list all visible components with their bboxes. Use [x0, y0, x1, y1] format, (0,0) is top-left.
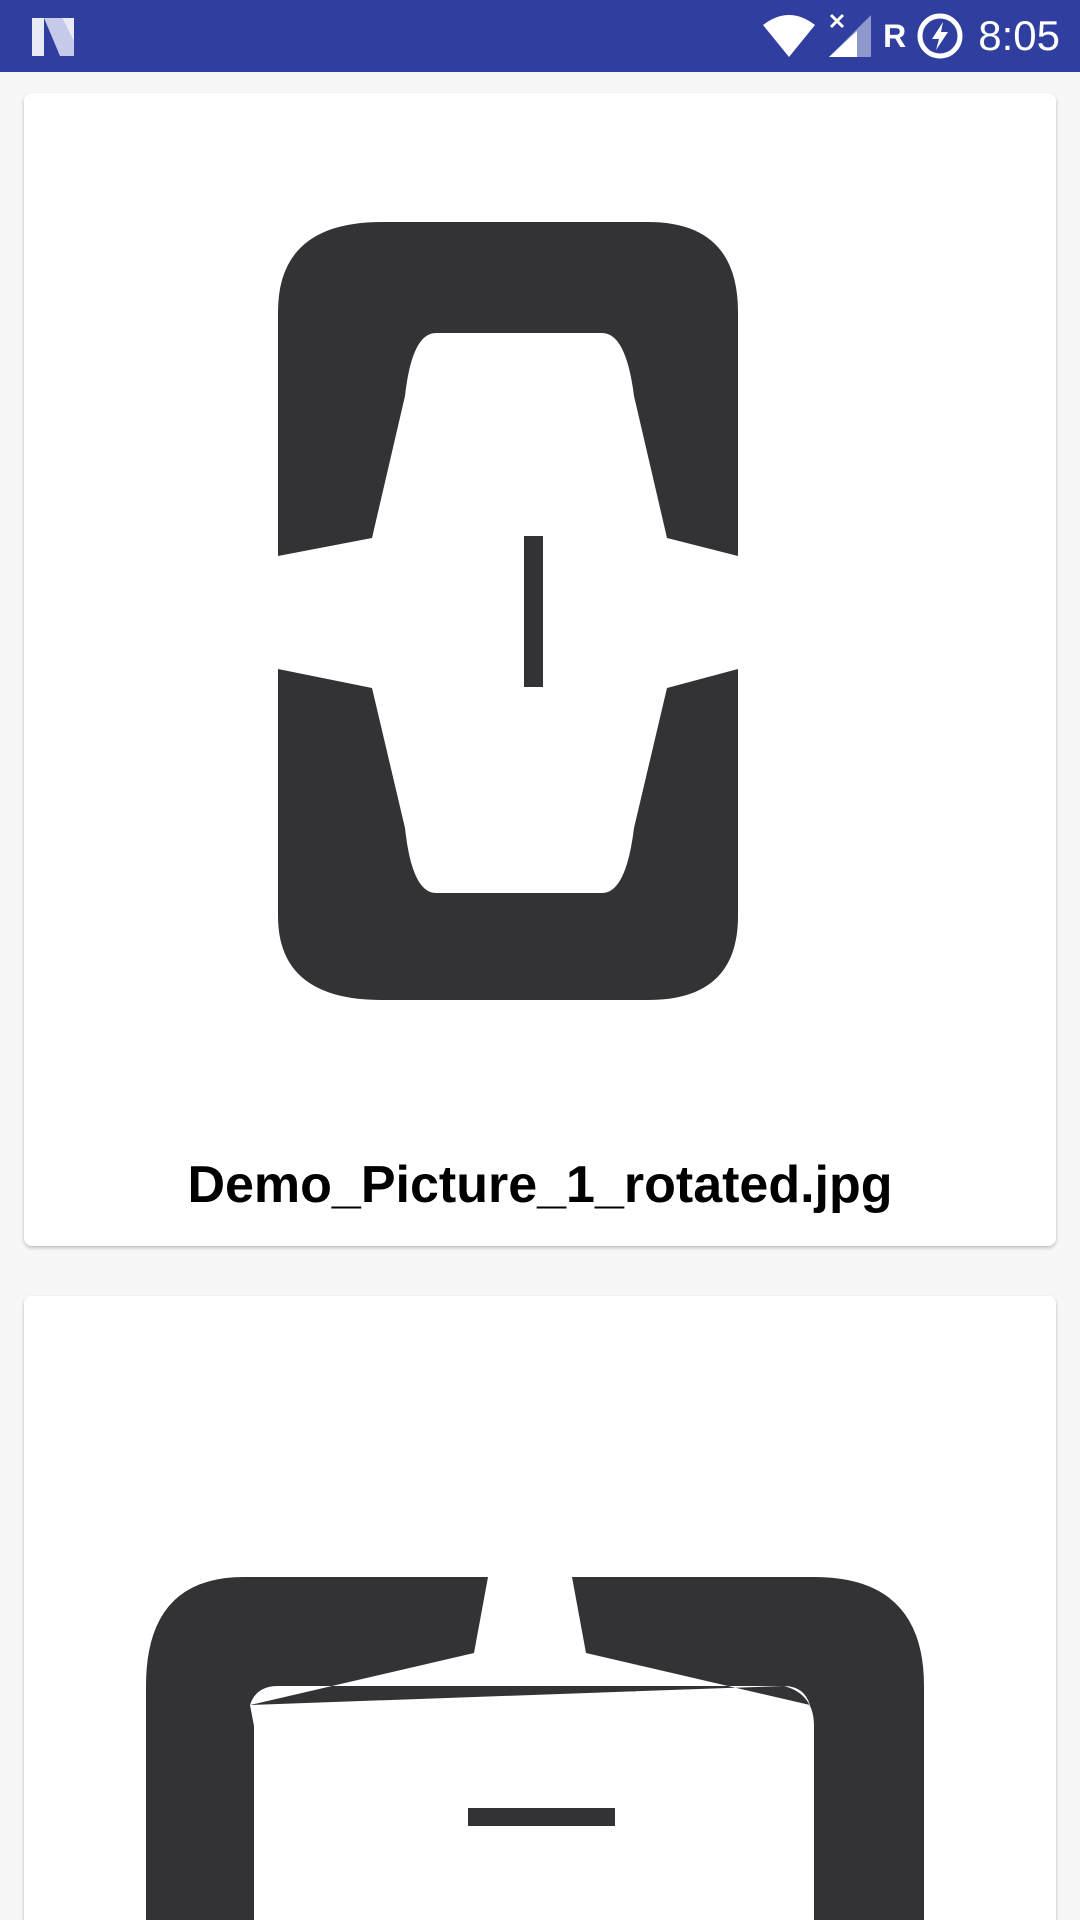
picture-thumbnail[interactable]: [24, 1296, 1056, 1920]
picture-thumbnail[interactable]: [24, 93, 1056, 1153]
picture-card[interactable]: Demo_Picture_1_rotated.jpg: [24, 93, 1056, 1246]
picture-list[interactable]: Demo_Picture_1_rotated.jpg: [0, 72, 1080, 1920]
picture-card[interactable]: [24, 1296, 1056, 1920]
n-logo-icon: [32, 18, 74, 56]
picture-title: Demo_Picture_1_rotated.jpg: [187, 1156, 893, 1214]
clock: 8:05: [978, 12, 1060, 59]
cell-signal-off-icon: [829, 13, 872, 57]
wifi-icon: [763, 15, 816, 57]
status-bar: R 8:05: [0, 0, 1080, 72]
battery-charging-icon: [917, 13, 963, 59]
status-icons: R 8:05: [761, 0, 1060, 72]
network-type-label: R: [883, 18, 907, 54]
